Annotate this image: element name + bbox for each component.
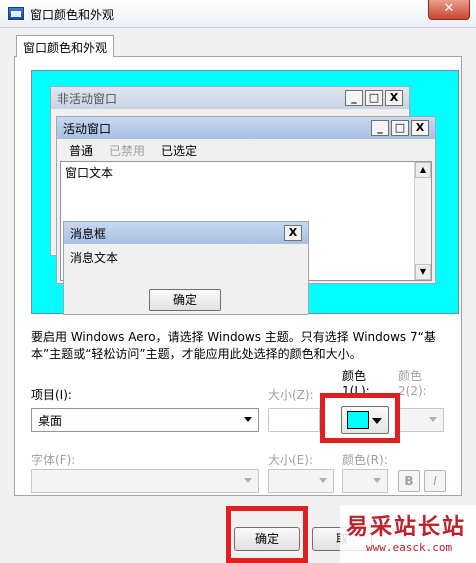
watermark-text: 易采站长站 bbox=[346, 514, 467, 540]
message-text: 消息文本 bbox=[70, 251, 119, 265]
menu-normal[interactable]: 普通 bbox=[69, 142, 93, 159]
maximize-icon: □ bbox=[391, 120, 409, 136]
chevron-down-icon bbox=[244, 478, 252, 483]
font-size-label: 大小(E): bbox=[268, 453, 313, 467]
item-label: 项目(I): bbox=[31, 388, 72, 402]
message-box-title: 消息框 bbox=[64, 222, 308, 244]
italic-button[interactable]: I bbox=[424, 470, 446, 492]
chevron-down-icon bbox=[429, 417, 437, 422]
close-icon: X bbox=[385, 90, 403, 106]
tab-window-color[interactable]: 窗口颜色和外观 bbox=[16, 35, 114, 57]
size-spinner[interactable] bbox=[268, 408, 320, 432]
preview-area[interactable]: 非活动窗口 _ □ X 活动窗口 _ □ X 普通 已禁用 已选定 窗口文本 ▲… bbox=[31, 70, 459, 315]
watermark: 易采站长站 www.easck.com bbox=[340, 505, 476, 563]
size-label: 大小(Z): bbox=[268, 388, 314, 402]
font-color-label: 颜色(R): bbox=[342, 453, 388, 467]
maximize-icon: □ bbox=[365, 90, 383, 106]
font-size-select[interactable] bbox=[268, 469, 334, 493]
chevron-down-icon bbox=[373, 478, 381, 483]
window-text: 窗口文本 bbox=[65, 166, 114, 180]
menu-disabled[interactable]: 已禁用 bbox=[109, 142, 145, 159]
color2-button[interactable] bbox=[398, 408, 444, 432]
item-select[interactable]: 桌面 bbox=[31, 408, 259, 432]
item-select-value: 桌面 bbox=[38, 414, 63, 428]
close-icon: X bbox=[284, 225, 302, 241]
color2-label: 颜色 2(2): bbox=[398, 369, 427, 398]
preview-menubar: 普通 已禁用 已选定 bbox=[57, 139, 435, 159]
close-icon: X bbox=[411, 120, 429, 136]
menu-selected[interactable]: 已选定 bbox=[161, 142, 197, 159]
preview-ok-button[interactable]: 确定 bbox=[149, 289, 221, 311]
title-bar: 窗口颜色和外观 ✕ bbox=[0, 0, 476, 28]
aero-info-text: 要启用 Windows Aero，请选择 Windows 主题。只有选择 Win… bbox=[31, 330, 436, 361]
vertical-scrollbar[interactable]: ▲ ▼ bbox=[414, 162, 431, 280]
ok-highlight-box bbox=[226, 506, 308, 563]
font-label: 字体(F): bbox=[31, 453, 76, 467]
minimize-icon: _ bbox=[371, 120, 389, 136]
window-icon bbox=[8, 7, 24, 20]
scroll-down-icon[interactable]: ▼ bbox=[415, 264, 431, 280]
color1-highlight-box bbox=[320, 393, 400, 443]
scroll-up-icon[interactable]: ▲ bbox=[415, 162, 431, 178]
window-title: 窗口颜色和外观 bbox=[30, 8, 115, 22]
chevron-down-icon bbox=[319, 478, 327, 483]
close-button[interactable]: ✕ bbox=[428, 0, 470, 20]
font-color-button[interactable] bbox=[342, 469, 388, 493]
watermark-url: www.easck.com bbox=[366, 541, 453, 554]
font-select[interactable] bbox=[31, 469, 259, 493]
minimize-icon: _ bbox=[345, 90, 363, 106]
bold-button[interactable]: B bbox=[398, 470, 420, 492]
chevron-down-icon bbox=[244, 417, 252, 422]
preview-message-box[interactable]: 消息框 X 消息文本 确定 bbox=[63, 221, 309, 315]
